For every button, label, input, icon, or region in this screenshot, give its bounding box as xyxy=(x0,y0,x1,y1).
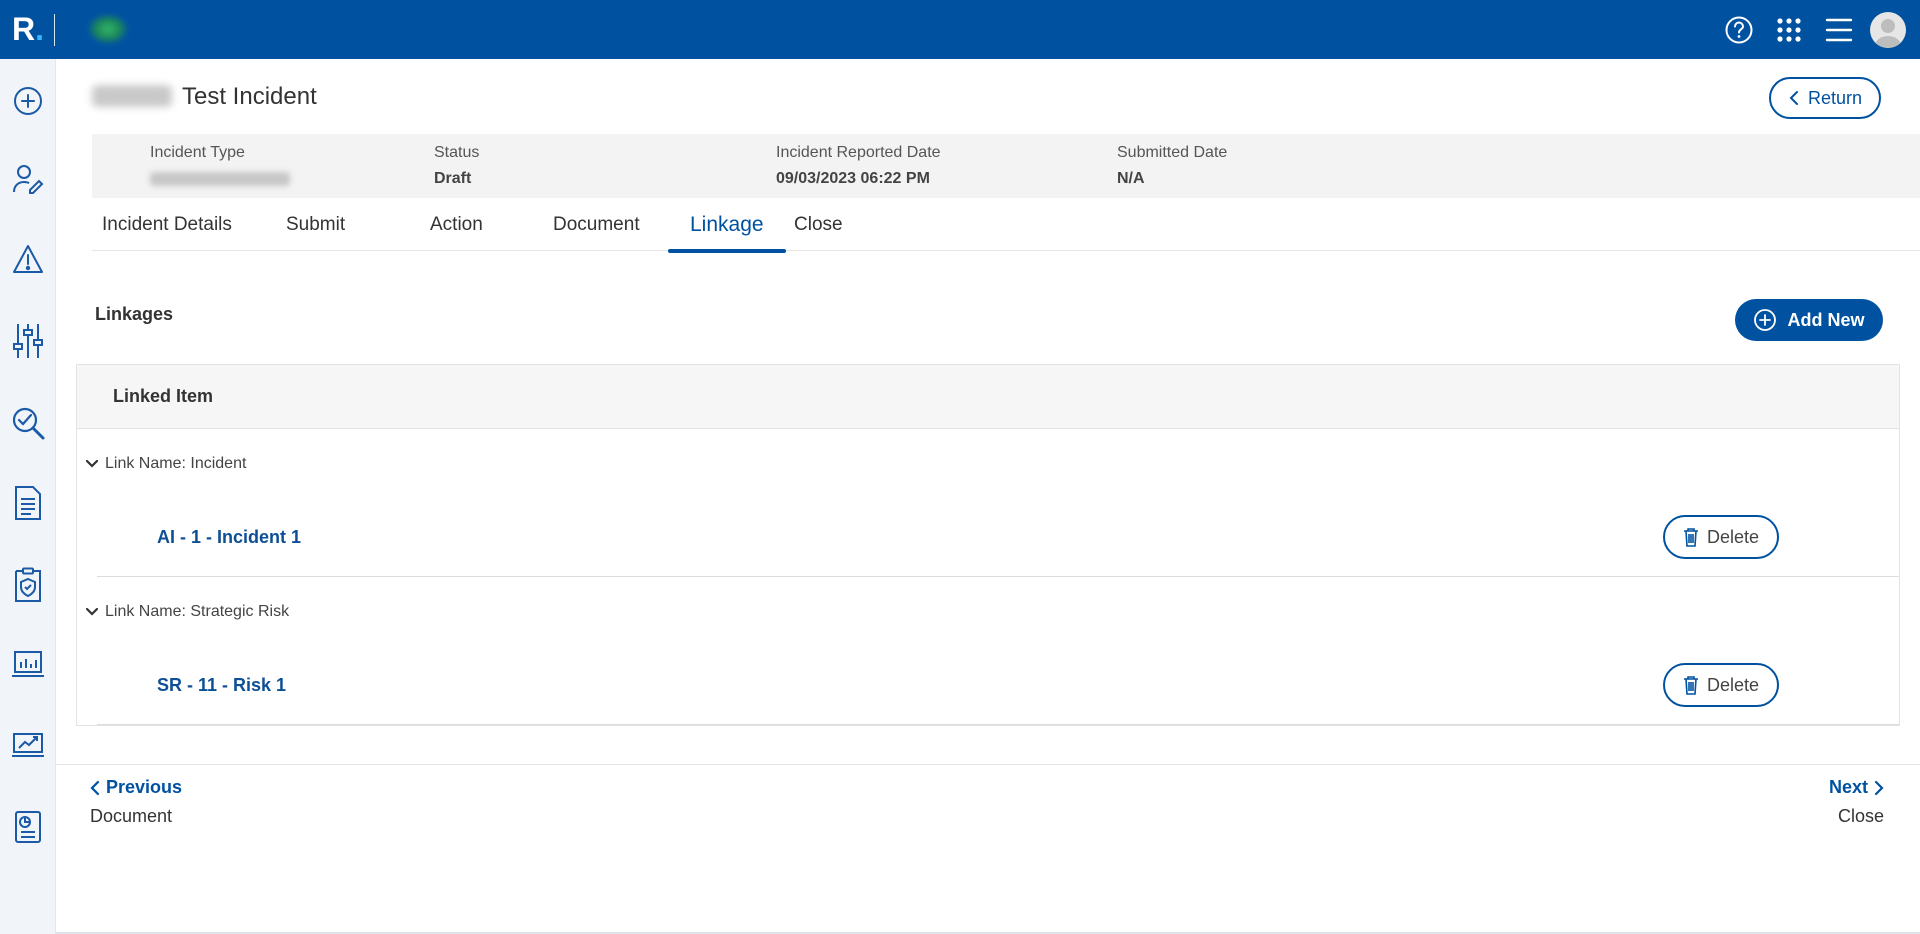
main-content: Test Incident Return Incident Type Statu… xyxy=(56,59,1920,934)
meta-reported-date: Incident Reported Date 09/03/2023 06:22 … xyxy=(776,144,941,188)
meta-value: N/A xyxy=(1117,170,1145,187)
linked-item-link[interactable]: SR - 11 - Risk 1 xyxy=(157,675,286,696)
logo-separator xyxy=(54,14,55,46)
chart-icon[interactable] xyxy=(8,725,48,765)
meta-value-blurred xyxy=(150,172,290,186)
group-toggle[interactable]: Link Name: Strategic Risk xyxy=(85,603,289,621)
chevron-left-icon xyxy=(90,780,100,795)
brand-logo-blurred xyxy=(88,14,128,44)
chevron-right-icon xyxy=(1874,780,1884,795)
previous-step-name: Document xyxy=(90,806,173,826)
meta-value: Draft xyxy=(434,170,472,187)
user-edit-icon[interactable] xyxy=(8,159,48,199)
meta-label: Submitted Date xyxy=(1117,144,1228,161)
tab-linkage[interactable]: Linkage xyxy=(668,198,785,253)
incident-id-blurred xyxy=(92,85,172,107)
next-step-name: Close xyxy=(1837,806,1884,826)
chevron-down-icon xyxy=(85,607,99,616)
previous-nav: Previous Document xyxy=(90,777,182,827)
meta-value: 09/03/2023 06:22 PM xyxy=(776,170,930,187)
return-label: Return xyxy=(1807,87,1863,108)
previous-label: Previous xyxy=(106,777,183,797)
add-new-label: Add New xyxy=(1787,309,1865,330)
help-icon[interactable] xyxy=(1714,0,1764,59)
apps-grid-icon[interactable] xyxy=(1764,0,1814,59)
meta-label: Incident Type xyxy=(150,144,245,161)
linkage-group: Link Name: Incident AI - 1 - Incident 1 … xyxy=(77,429,1899,577)
next-link[interactable]: Next xyxy=(1829,777,1884,798)
column-header: Linked Item xyxy=(77,365,1899,429)
next-nav: Next Close xyxy=(1829,777,1884,827)
footer-divider xyxy=(56,764,1920,765)
left-sidebar xyxy=(0,59,56,934)
delete-label: Delete xyxy=(1706,674,1760,695)
add-circle-icon xyxy=(1754,309,1777,331)
tab-action[interactable]: Action xyxy=(430,198,483,251)
row-divider xyxy=(97,724,1899,725)
delete-button[interactable]: Delete xyxy=(1663,515,1779,559)
section-title: Linkages xyxy=(95,304,174,324)
meta-label: Incident Reported Date xyxy=(776,144,941,161)
tab-incident-details[interactable]: Incident Details xyxy=(102,198,232,251)
meta-label: Status xyxy=(434,144,480,161)
tab-bar: Incident Details Submit Action Document … xyxy=(92,198,1920,253)
add-new-button[interactable]: Add New xyxy=(1735,299,1883,341)
meta-status: Status Draft xyxy=(434,144,479,188)
tab-document[interactable]: Document xyxy=(553,198,640,251)
tab-submit[interactable]: Submit xyxy=(286,198,345,251)
top-actions xyxy=(1714,0,1920,59)
add-circle-icon[interactable] xyxy=(8,81,48,121)
top-bar: R. xyxy=(0,0,1920,59)
tab-close[interactable]: Close xyxy=(794,198,843,251)
warning-icon[interactable] xyxy=(8,239,48,279)
next-label: Next xyxy=(1828,777,1868,797)
user-avatar[interactable] xyxy=(1870,11,1906,48)
incident-meta: Incident Type Status Draft Incident Repo… xyxy=(92,134,1920,198)
title-row: Test Incident Return xyxy=(56,59,1920,134)
linkage-group: Link Name: Strategic Risk SR - 11 - Risk… xyxy=(77,577,1899,725)
shield-document-icon[interactable] xyxy=(8,565,48,605)
group-label: Link Name: Incident xyxy=(105,455,247,472)
app-logo[interactable]: R. xyxy=(12,12,44,46)
delete-label: Delete xyxy=(1706,526,1760,547)
group-label: Link Name: Strategic Risk xyxy=(105,603,290,620)
menu-icon[interactable] xyxy=(1814,0,1864,59)
meta-incident-type: Incident Type xyxy=(150,144,290,186)
dashboard-icon[interactable] xyxy=(8,645,48,685)
meta-submitted-date: Submitted Date N/A xyxy=(1117,144,1227,188)
document-icon[interactable] xyxy=(8,483,48,523)
trash-icon xyxy=(1683,528,1698,547)
trash-icon xyxy=(1683,676,1698,695)
linked-item-link[interactable]: AI - 1 - Incident 1 xyxy=(157,527,301,548)
group-toggle[interactable]: Link Name: Incident xyxy=(85,455,246,473)
linkage-table: Linked Item Link Name: Incident AI - 1 -… xyxy=(76,364,1900,726)
delete-button[interactable]: Delete xyxy=(1663,663,1779,707)
report-icon[interactable] xyxy=(8,807,48,847)
page-title: Test Incident xyxy=(182,83,317,110)
chevron-left-icon xyxy=(1789,91,1798,105)
chevron-down-icon xyxy=(85,459,99,468)
audit-search-icon[interactable] xyxy=(8,403,48,443)
previous-link[interactable]: Previous xyxy=(90,777,182,798)
sliders-icon[interactable] xyxy=(8,321,48,361)
return-button[interactable]: Return xyxy=(1769,77,1881,119)
